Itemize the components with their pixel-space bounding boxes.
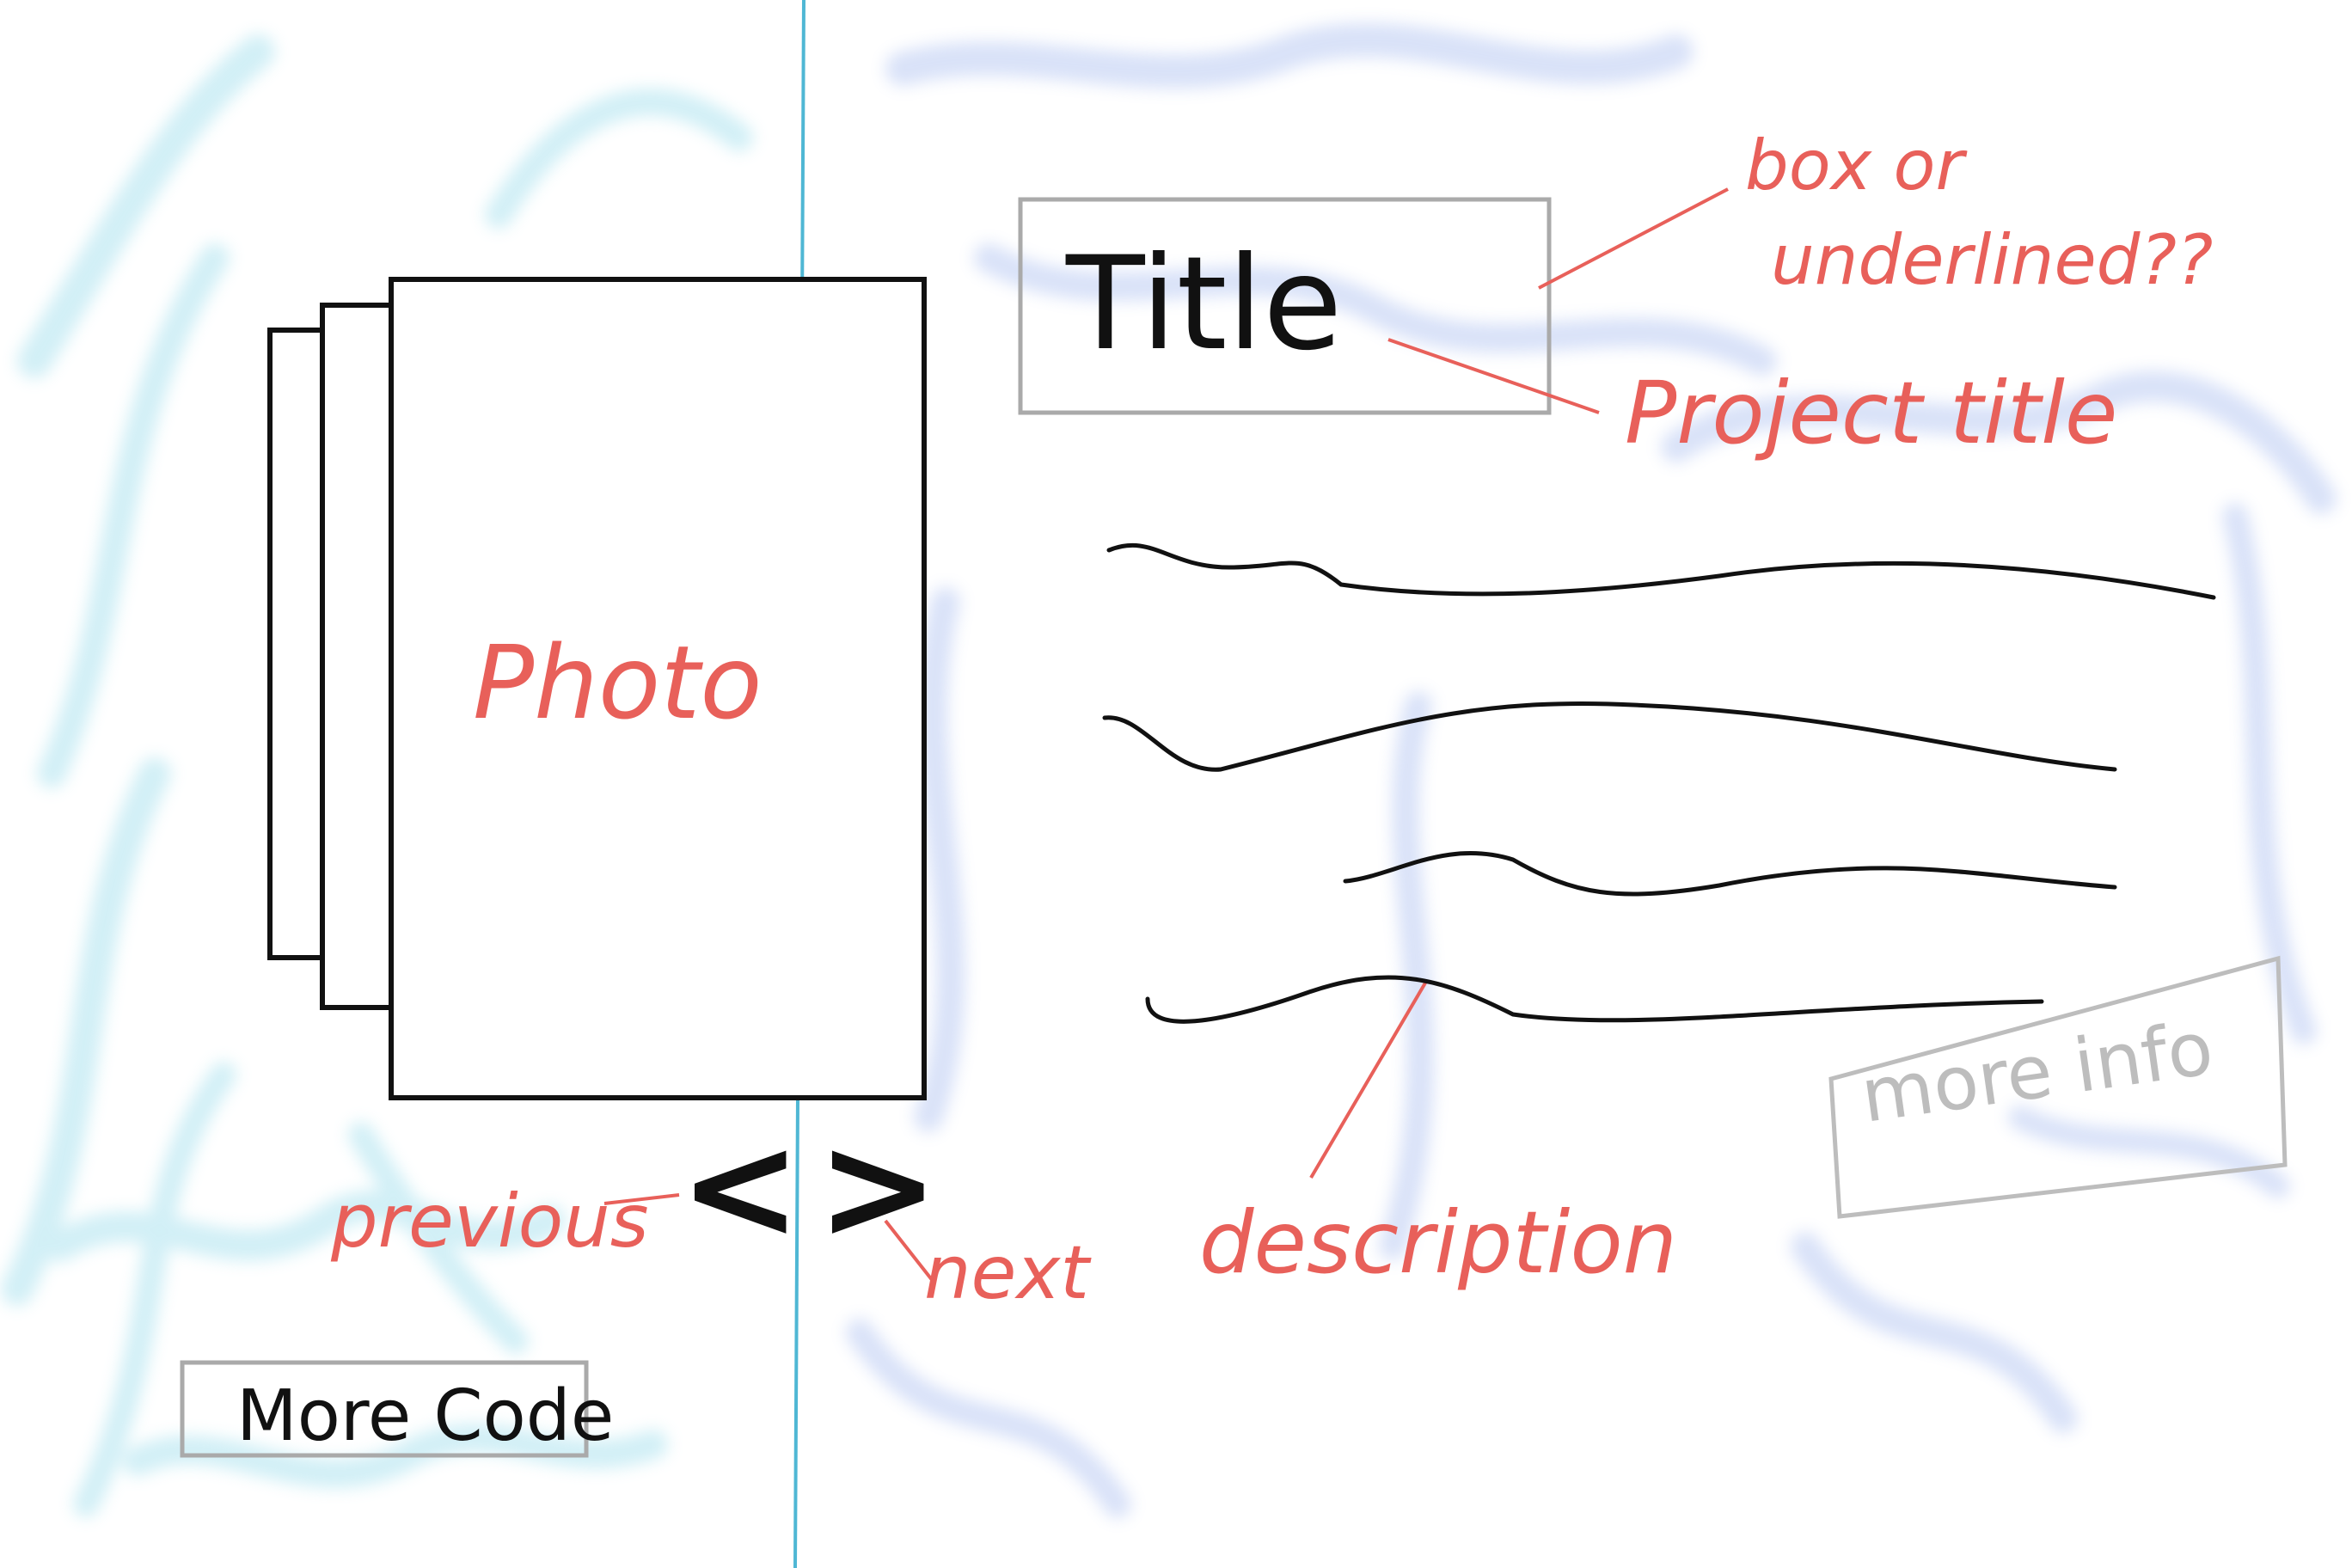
description-placeholder-lines bbox=[1102, 543, 2216, 1024]
more-info-button[interactable]: more info bbox=[1828, 955, 2288, 1219]
annotation-box-or: box or bbox=[1745, 126, 1968, 205]
wireframe-sketch: Photo Title box or underlined?? Project … bbox=[1, 0, 2337, 1568]
annotation-project-title: Project title bbox=[1625, 363, 2117, 463]
title-box: Title bbox=[1018, 197, 1552, 415]
photo-label: Photo bbox=[473, 623, 763, 742]
annotation-next: next bbox=[924, 1230, 1092, 1316]
next-button[interactable]: > bbox=[817, 1103, 939, 1273]
title-text: Title bbox=[1065, 230, 1342, 379]
previous-button[interactable]: < bbox=[679, 1103, 801, 1273]
annotation-description: description bbox=[1199, 1192, 1677, 1293]
annotation-underlined: underlined?? bbox=[1771, 220, 2213, 300]
more-code-button[interactable]: More Code bbox=[180, 1360, 614, 1458]
annotation-previous: previous bbox=[330, 1179, 649, 1265]
more-code-label: More Code bbox=[236, 1375, 614, 1457]
